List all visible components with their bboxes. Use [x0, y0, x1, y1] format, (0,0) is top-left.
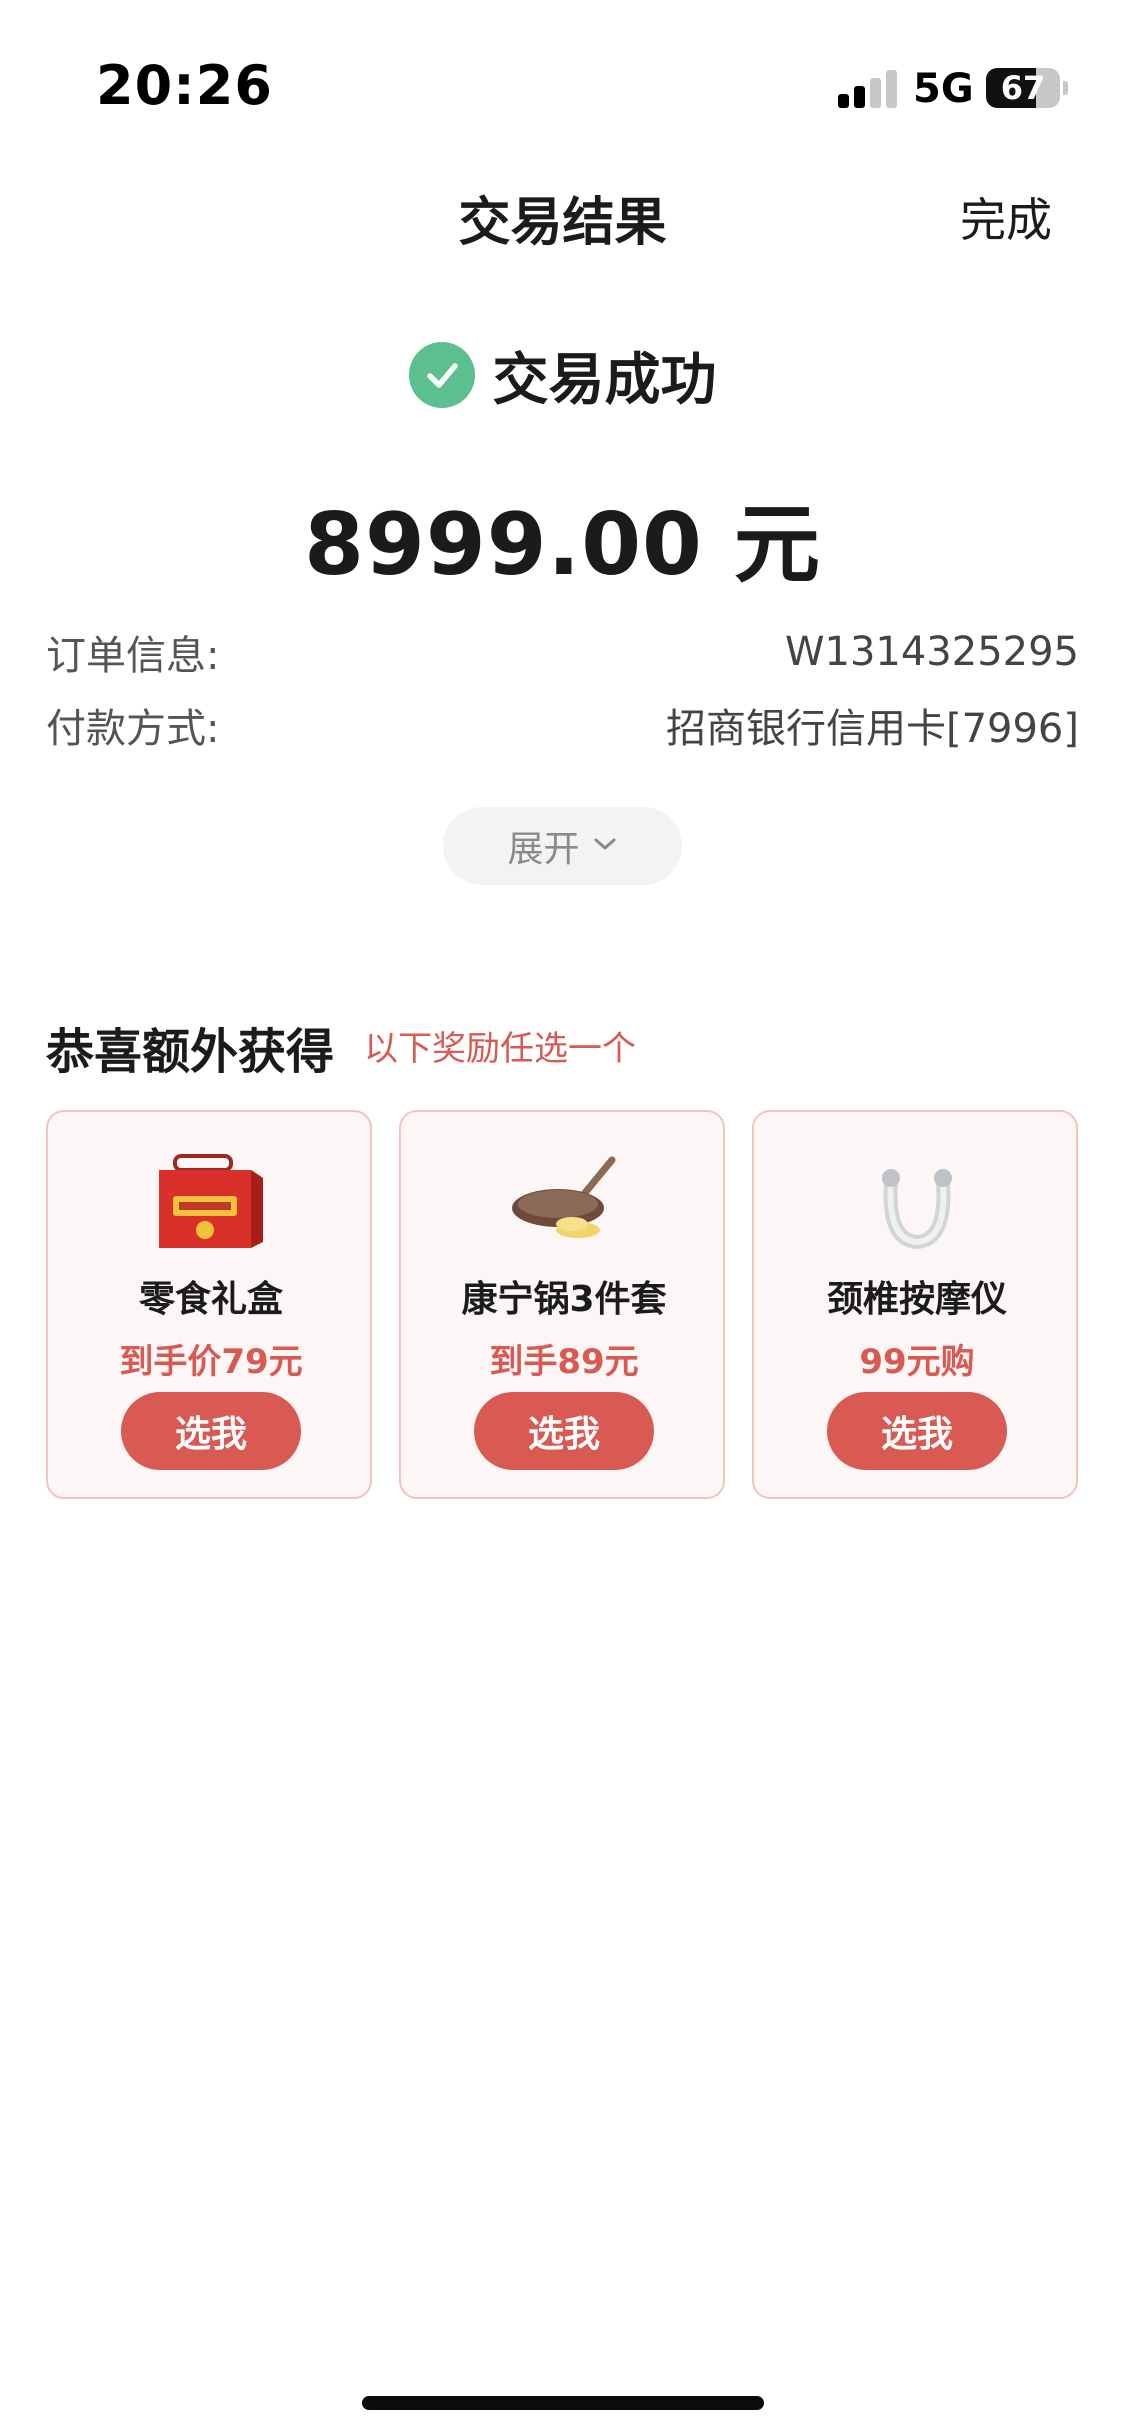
home-indicator[interactable] [362, 2396, 764, 2410]
reward-name: 康宁锅3件套 [461, 1279, 667, 1320]
payment-method-label: 付款方式: [46, 706, 220, 752]
select-reward-button[interactable]: 选我 [827, 1392, 1007, 1470]
rewards-title: 恭喜额外获得 [46, 1024, 335, 1080]
reward-price: 到手89元 [489, 1342, 639, 1382]
reward-name: 颈椎按摩仪 [826, 1279, 1007, 1320]
chevron-down-icon [592, 835, 618, 857]
result-status: 交易成功 [0, 338, 1125, 413]
frying-pan-image [401, 1152, 727, 1262]
cellular-signal-icon [838, 68, 898, 108]
reward-price: 99元购 [859, 1342, 975, 1382]
network-type: 5G [913, 66, 974, 112]
reward-price: 到手价79元 [119, 1342, 303, 1382]
transaction-amount: 8999.00 元 [304, 495, 821, 595]
payment-method-row: 付款方式: 招商银行信用卡[7996] [46, 695, 1079, 755]
expand-button[interactable]: 展开 [443, 807, 682, 885]
result-text: 交易成功 [492, 347, 717, 413]
reward-card-frying-pan[interactable]: 康宁锅3件套 到手89元 选我 [399, 1110, 725, 1499]
neck-massager-image [754, 1152, 1080, 1262]
order-info-row: 订单信息: W1314325295 [46, 622, 1079, 682]
battery-level: 67 [1000, 69, 1046, 107]
battery-tip [1063, 81, 1068, 95]
done-button[interactable]: 完成 [960, 184, 1052, 250]
payment-method-value: 招商银行信用卡[7996] [665, 706, 1079, 752]
select-reward-button[interactable]: 选我 [474, 1392, 654, 1470]
status-time: 20:26 [96, 54, 273, 117]
snack-gift-box-image [48, 1152, 374, 1262]
order-info-label: 订单信息: [46, 633, 220, 679]
status-bar: 20:26 5G 67 [0, 0, 1125, 170]
battery-icon: 67 [986, 68, 1060, 108]
select-reward-button[interactable]: 选我 [121, 1392, 301, 1470]
reward-card-neck-massager[interactable]: 颈椎按摩仪 99元购 选我 [752, 1110, 1078, 1499]
reward-card-snack-box[interactable]: 零食礼盒 到手价79元 选我 [46, 1110, 372, 1499]
page-title: 交易结果 [458, 193, 667, 253]
expand-label: 展开 [507, 829, 580, 870]
success-check-icon [408, 342, 475, 408]
rewards-subtitle: 以下奖励任选一个 [364, 1029, 636, 1069]
reward-name: 零食礼盒 [138, 1279, 283, 1320]
order-number: W1314325295 [784, 629, 1079, 675]
